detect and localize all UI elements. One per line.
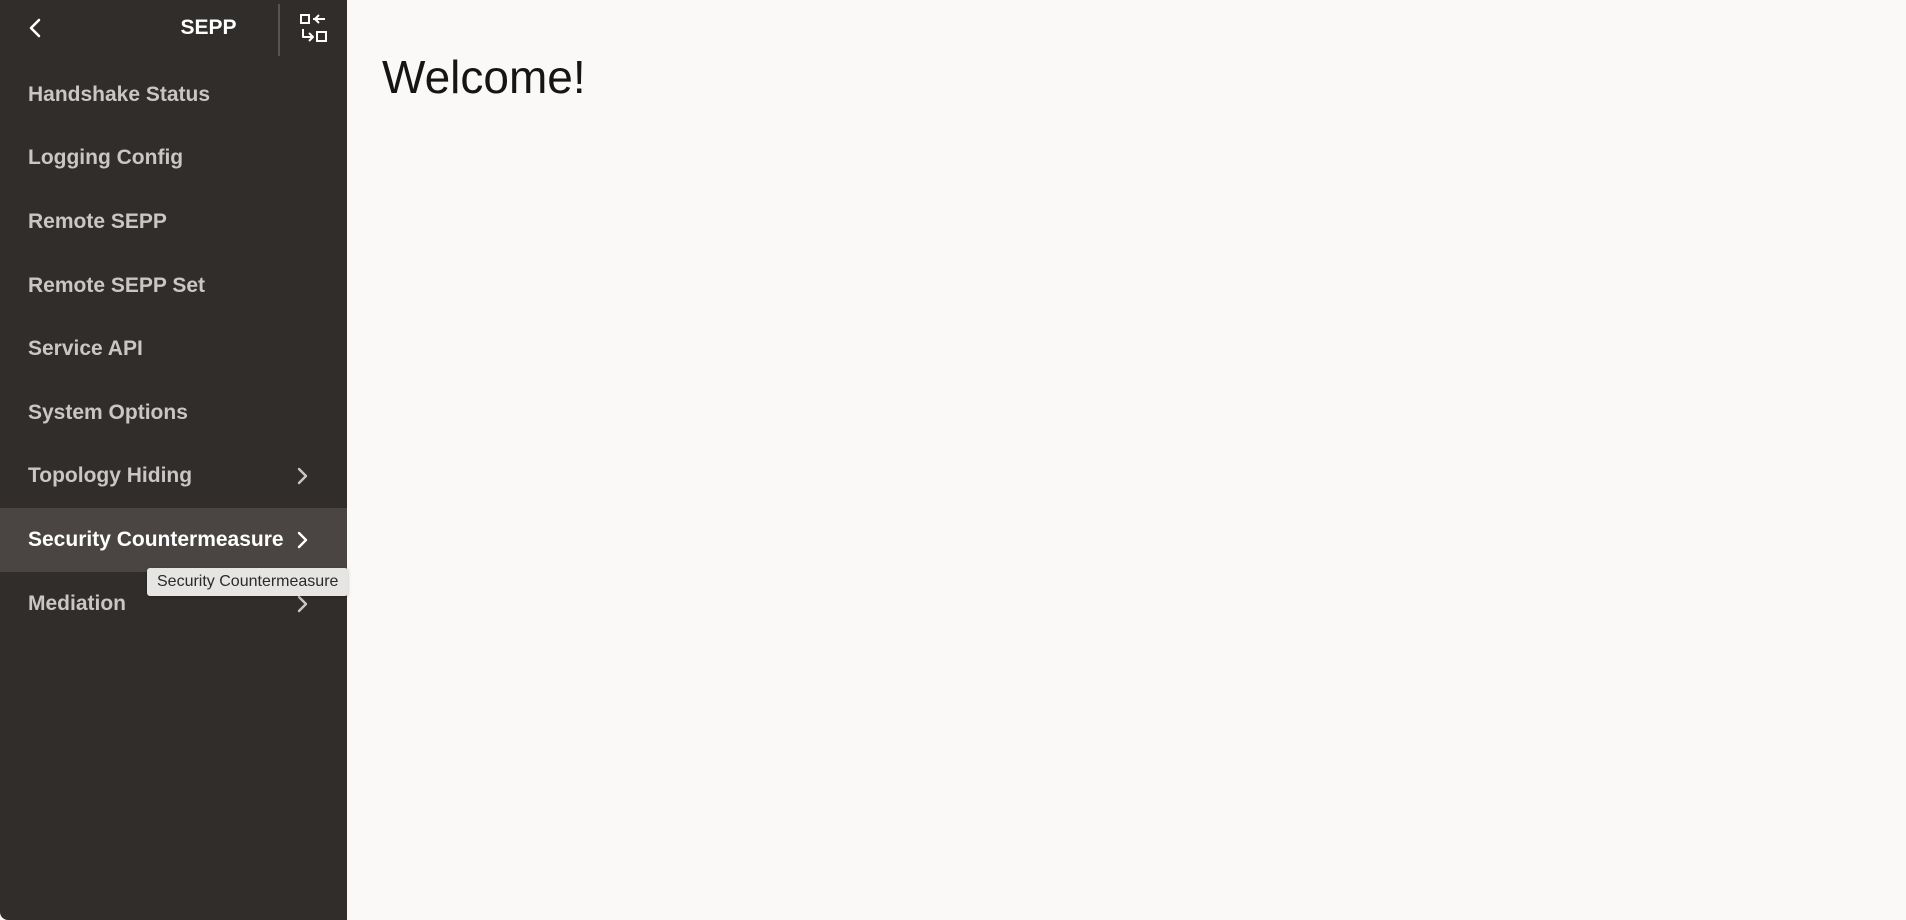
sidebar-item-label: Logging Config (28, 146, 184, 170)
sidebar-item-service-api[interactable]: Service API (0, 317, 347, 381)
sidebar-item-label: Remote SEPP Set (28, 273, 206, 297)
sidebar-item-label: System Options (28, 400, 188, 424)
switch-view-icon (299, 13, 327, 42)
nav-list: Handshake Status Logging Config Remote S… (0, 63, 347, 635)
page-title: Welcome! (382, 51, 586, 103)
sidebar-item-label: Service API (28, 337, 143, 361)
chevron-right-icon (293, 531, 311, 549)
sidebar-item-label: Security Countermeasure (28, 527, 284, 551)
chevron-right-icon (293, 467, 311, 485)
sidebar-item-remote-sepp-set[interactable]: Remote SEPP Set (0, 254, 347, 318)
main-content: Welcome! (347, 0, 1906, 920)
sidebar-item-label: Topology Hiding (28, 464, 193, 488)
sidebar-item-remote-sepp[interactable]: Remote SEPP (0, 190, 347, 254)
chevron-right-icon (293, 595, 311, 613)
app-window: SEPP Handshake Status Logging Config Rem… (0, 0, 1906, 920)
sidebar-item-system-options[interactable]: System Options (0, 381, 347, 445)
sidebar-item-topology-hiding[interactable]: Topology Hiding (0, 445, 347, 509)
switch-view-button[interactable] (280, 0, 347, 55)
sidebar-item-security-countermeasure[interactable]: Security Countermeasure (0, 508, 347, 572)
tooltip: Security Countermeasure (147, 568, 349, 596)
sidebar-item-logging-config[interactable]: Logging Config (0, 127, 347, 191)
sidebar-item-label: Remote SEPP (28, 209, 167, 233)
sidebar-header: SEPP (0, 0, 347, 56)
sidebar-item-handshake-status[interactable]: Handshake Status (0, 63, 347, 127)
sidebar-item-label: Handshake Status (28, 82, 211, 106)
sidebar: SEPP Handshake Status Logging Config Rem… (0, 0, 349, 920)
